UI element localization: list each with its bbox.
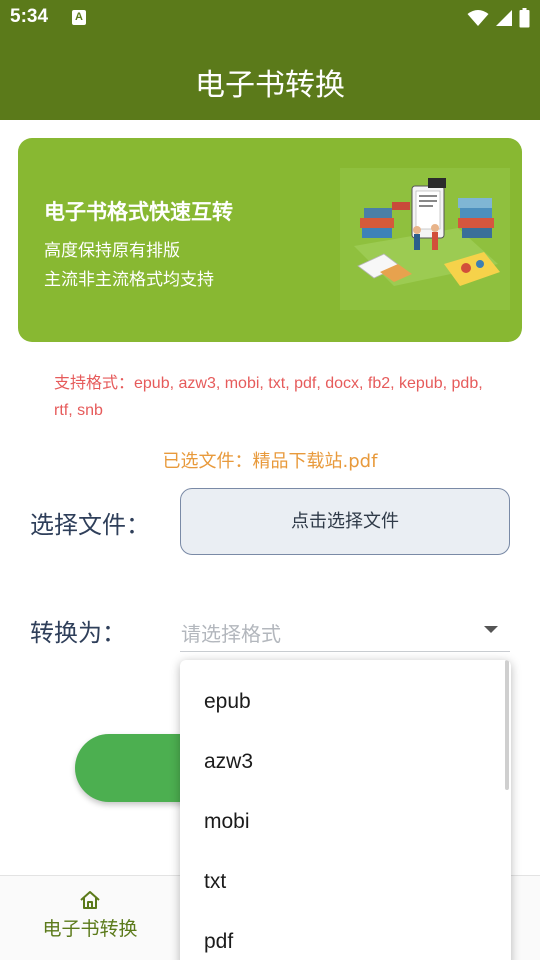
selected-file-text: 已选文件：精品下载站.pdf <box>162 451 378 472</box>
select-file-label: 选择文件： <box>30 511 150 539</box>
format-option-epub[interactable]: epub <box>180 672 502 732</box>
banner-subtitle-2: 主流非主流格式均支持 <box>44 270 214 290</box>
banner-title: 电子书格式快速互转 <box>44 200 233 224</box>
home-icon <box>80 891 100 909</box>
dropdown-scrollbar[interactable] <box>505 660 509 790</box>
status-time: 5:34 <box>10 6 49 27</box>
wifi-icon <box>467 10 489 26</box>
nav-item-label: 电子书转换 <box>42 918 138 940</box>
signal-icon <box>496 10 512 26</box>
format-dropdown-menu: epub azw3 mobi txt pdf <box>180 660 511 960</box>
format-option-txt[interactable]: txt <box>180 852 502 912</box>
status-bar: 5:34 A <box>0 0 540 36</box>
battery-icon <box>519 8 530 28</box>
convert-to-label: 转换为： <box>30 619 126 647</box>
format-option-azw3[interactable]: azw3 <box>180 732 502 792</box>
select-file-button[interactable]: 点击选择文件 <box>180 488 510 555</box>
format-select[interactable]: 请选择格式 <box>180 610 510 652</box>
format-option-mobi[interactable]: mobi <box>180 792 502 852</box>
format-select-placeholder: 请选择格式 <box>181 622 281 646</box>
dropdown-arrow-icon[interactable] <box>484 626 498 633</box>
books-illustration <box>340 168 510 310</box>
supported-formats-text: 支持格式：epub, azw3, mobi, txt, pdf, docx, f… <box>54 375 483 419</box>
app-bar: 电子书转换 <box>0 36 540 120</box>
format-option-pdf[interactable]: pdf <box>180 912 502 960</box>
status-icons <box>467 7 530 29</box>
nav-item-ebook-convert[interactable]: 电子书转换 <box>20 890 160 941</box>
banner-subtitle-1: 高度保持原有排版 <box>44 241 180 261</box>
app-title: 电子书转换 <box>195 68 345 103</box>
feature-banner: 电子书格式快速互转 高度保持原有排版 主流非主流格式均支持 <box>18 138 522 342</box>
notification-letter-icon: A <box>72 10 86 25</box>
